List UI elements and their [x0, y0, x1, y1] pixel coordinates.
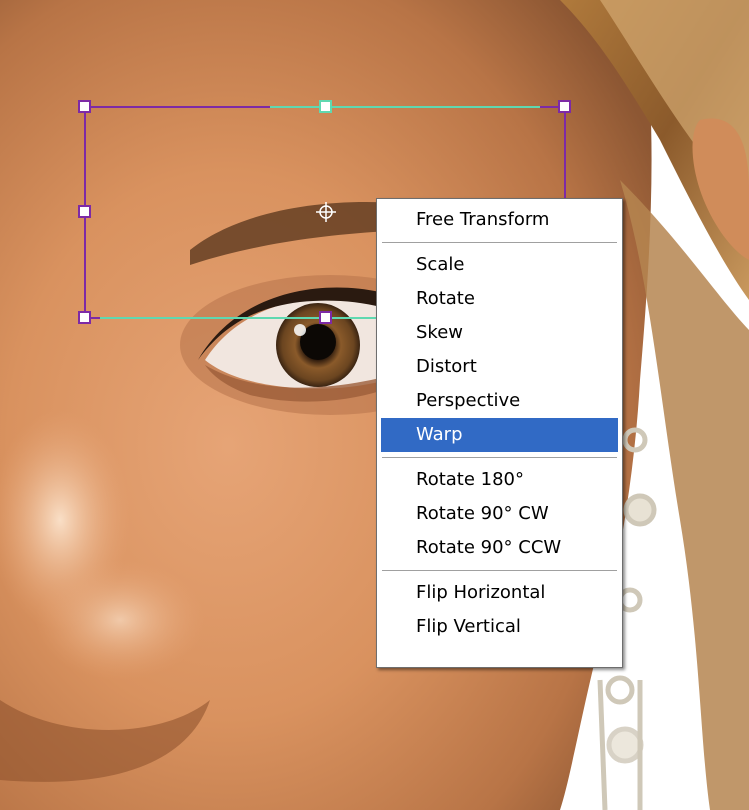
menu-item-rotate-90-cw[interactable]: Rotate 90° CW [377, 497, 622, 531]
menu-separator [377, 452, 622, 463]
transform-context-menu[interactable]: Free Transform Scale Rotate Skew Distort Pers… [376, 198, 623, 668]
reference-point-icon [316, 202, 336, 222]
menu-item-warp[interactable]: Warp [381, 418, 618, 452]
transform-bounding-box[interactable] [0, 0, 749, 810]
menu-item-free-transform[interactable]: Free Transform [377, 203, 622, 237]
menu-separator [377, 565, 622, 576]
handle-bottom-left [78, 311, 91, 324]
menu-item-flip-vertical[interactable]: Flip Vertical [377, 610, 622, 644]
handle-top [319, 100, 332, 113]
menu-item-skew[interactable]: Skew [377, 316, 622, 350]
menu-item-distort[interactable]: Distort [377, 350, 622, 384]
document-canvas[interactable]: Free Transform Scale Rotate Skew Distort Pers… [0, 0, 749, 810]
menu-item-rotate-180[interactable]: Rotate 180° [377, 463, 622, 497]
menu-separator [377, 237, 622, 248]
menu-item-perspective[interactable]: Perspective [377, 384, 622, 418]
menu-item-scale[interactable]: Scale [377, 248, 622, 282]
handle-left [78, 205, 91, 218]
menu-item-rotate[interactable]: Rotate [377, 282, 622, 316]
menu-item-rotate-90-ccw[interactable]: Rotate 90° CCW [377, 531, 622, 565]
menu-item-flip-horizontal[interactable]: Flip Horizontal [377, 576, 622, 610]
handle-top-right [558, 100, 571, 113]
handle-top-left [78, 100, 91, 113]
handle-bottom [319, 311, 332, 324]
